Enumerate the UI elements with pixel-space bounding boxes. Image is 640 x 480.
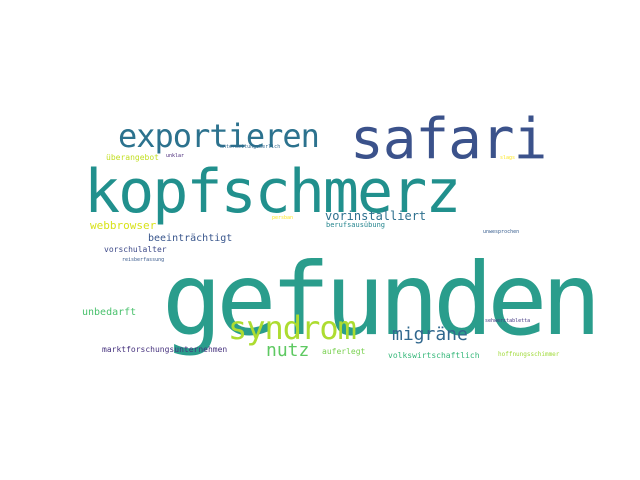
word-unbedarft: unbedarft: [82, 307, 137, 318]
word-auferlegt: auferlegt: [322, 347, 366, 356]
word-reisberfassung: reisberfassung: [122, 257, 165, 263]
word-exportieren: exportieren: [118, 117, 320, 155]
word-sehwerstabletta: sehwerstabletta: [485, 318, 531, 324]
word-volkswirtschaftlich: volkswirtschaftlich: [388, 351, 480, 360]
word-persban: persban: [272, 215, 294, 221]
word-unterweitungsberlich: unterweitungsberlich: [220, 144, 281, 150]
word-cloud: gefunden kopfschmerz safari exportieren …: [80, 96, 602, 386]
word-safari: safari: [350, 107, 547, 172]
word-nutz: nutz: [266, 340, 310, 361]
word-vorschulalter: vorschulalter: [104, 245, 167, 254]
word-ueberangebot: überangebot: [106, 153, 159, 162]
word-hoffnungsschimmer: hoffnungsschimmer: [498, 351, 560, 358]
word-berufsausuebung: berufsausübung: [326, 221, 386, 229]
word-webbrowser: webbrowser: [90, 219, 157, 232]
word-beeintraechtigt: beeinträchtigt: [148, 233, 233, 244]
word-unwesprochen: unwesprochen: [483, 229, 520, 235]
word-unklar: unklar: [166, 153, 185, 159]
word-slags: slags: [500, 155, 516, 161]
word-marktforschungsunternehmen: marktforschungsunternehmen: [102, 345, 228, 354]
word-migraene: migräne: [392, 324, 468, 345]
